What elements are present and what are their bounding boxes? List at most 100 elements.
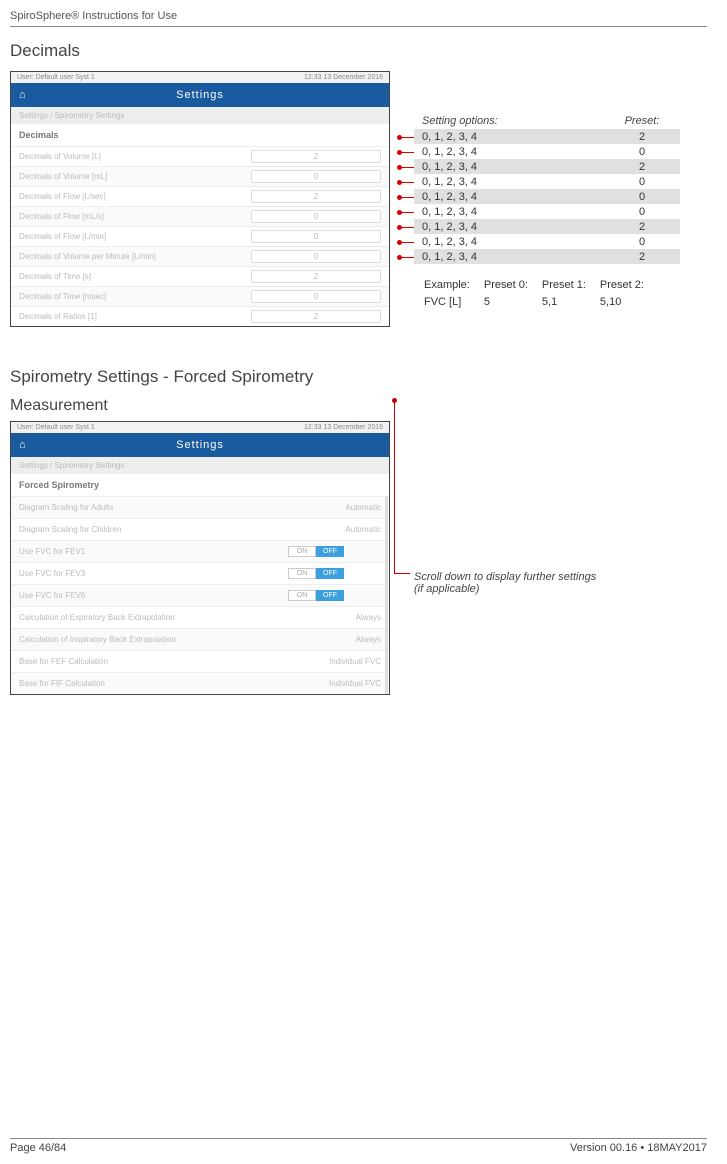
settings-row: Decimals of Volume per Minute [L/min]0 [11,246,389,266]
toggle-off[interactable]: OFF [316,546,344,557]
row-label: Decimals of Flow [L/min] [19,232,251,241]
settings-row: Decimals of Time [s]2 [11,266,389,286]
breadcrumb: Settings / Spirometry Settings [11,457,389,474]
row-label: Decimals of Time [msec] [19,292,251,301]
settings-row: Use FVC for FEV6ONOFF [11,584,389,606]
row-value[interactable]: 2 [251,150,381,163]
preset-cell: 0 [612,191,672,203]
options-cell: 0, 1, 2, 3, 4 [422,146,612,158]
row-value[interactable]: 0 [251,210,381,223]
doc-header: SpiroSphere® Instructions for Use [10,10,707,27]
row-label: Use FVC for FEV3 [19,569,251,578]
settings-row: Diagram Scaling for ChildrenAutomatic [11,518,389,540]
toggle-on[interactable]: ON [288,568,316,579]
preset-cell: 2 [612,251,672,263]
settings-row: Decimals of Volume [L]2 [11,146,389,166]
options-table: Setting options: Preset: 0, 1, 2, 3, 420… [414,113,680,264]
row-label: Diagram Scaling for Children [19,525,345,534]
toggle-on[interactable]: ON [288,546,316,557]
options-row: 0, 1, 2, 3, 42 [414,129,680,144]
row-label: Decimals of Volume [L] [19,152,251,161]
heading-decimals: Decimals [10,41,707,61]
row-label: Decimals of Volume per Minute [L/min] [19,252,251,261]
options-cell: 0, 1, 2, 3, 4 [422,191,612,203]
dropdown[interactable]: Automatic [345,525,381,534]
settings-row: Use FVC for FEV1ONOFF [11,540,389,562]
section-head: Forced Spirometry [11,474,389,496]
dropdown[interactable]: Individual FVC [329,657,381,666]
options-cell: 0, 1, 2, 3, 4 [422,236,612,248]
dropdown[interactable]: Individual FVC [329,679,381,688]
row-value[interactable]: 0 [251,250,381,263]
settings-row: Calculation of Expiratory Back Extrapola… [11,606,389,628]
options-cell: 0, 1, 2, 3, 4 [422,176,612,188]
row-label: Calculation of Inspiratory Back Extrapol… [19,635,356,644]
options-row: 0, 1, 2, 3, 40 [414,189,680,204]
options-row: 0, 1, 2, 3, 42 [414,219,680,234]
status-left: User: Default user Syst 1 [17,74,95,81]
section-head: Decimals [11,124,389,146]
titlebar-text: Settings [176,439,224,451]
options-cell: 0, 1, 2, 3, 4 [422,221,612,233]
col-setting-options: Setting options: [422,115,612,127]
row-label: Decimals of Flow [L/sec] [19,192,251,201]
row-label: Decimals of Ratios [1] [19,312,251,321]
row-value[interactable]: 0 [251,290,381,303]
row-label: Use FVC for FEV6 [19,591,251,600]
row-value[interactable]: 0 [251,230,381,243]
preset-cell: 0 [612,146,672,158]
toggle-off[interactable]: OFF [316,568,344,579]
toggle-on[interactable]: ON [288,590,316,601]
preset-cell: 0 [612,176,672,188]
settings-row: Decimals of Time [msec]0 [11,286,389,306]
row-label: Diagram Scaling for Adults [19,503,345,512]
dropdown[interactable]: Always [356,613,381,622]
row-value[interactable]: 0 [251,170,381,183]
options-row: 0, 1, 2, 3, 42 [414,159,680,174]
settings-row: Decimals of Volume [mL]0 [11,166,389,186]
toggle-off[interactable]: OFF [316,590,344,601]
options-row: 0, 1, 2, 3, 40 [414,144,680,159]
home-icon[interactable]: ⌂ [19,439,27,451]
titlebar-text: Settings [176,89,224,101]
options-row: 0, 1, 2, 3, 42 [414,249,680,264]
preset-cell: 0 [612,206,672,218]
preset-cell: 0 [612,236,672,248]
toggle[interactable]: ONOFF [251,590,381,601]
status-right: 12:33 13 December 2016 [304,424,383,431]
toggle[interactable]: ONOFF [251,568,381,579]
home-icon[interactable]: ⌂ [19,89,27,101]
options-cell: 0, 1, 2, 3, 4 [422,131,612,143]
row-label: Decimals of Time [s] [19,272,251,281]
settings-row: Base for FIF CalculationIndividual FVC [11,672,389,694]
row-label: Decimals of Volume [mL] [19,172,251,181]
decimals-screenshot: User: Default user Syst 1 12:33 13 Decem… [10,71,390,327]
example-block: Example: Preset 0: Preset 1: Preset 2: F… [414,276,680,313]
dropdown[interactable]: Automatic [345,503,381,512]
col-preset: Preset: [612,115,672,127]
toggle[interactable]: ONOFF [251,546,381,557]
preset-cell: 2 [612,131,672,143]
row-label: Base for FEF Calculation [19,657,329,666]
settings-row: Decimals of Flow [mL/s]0 [11,206,389,226]
options-row: 0, 1, 2, 3, 40 [414,234,680,249]
scrollbar[interactable] [385,496,388,694]
options-cell: 0, 1, 2, 3, 4 [422,161,612,173]
preset-cell: 2 [612,161,672,173]
forced-spiro-screenshot: User: Default user Syst 1 12:33 13 Decem… [10,421,390,695]
row-value[interactable]: 2 [251,270,381,283]
settings-row: Diagram Scaling for AdultsAutomatic [11,496,389,518]
status-right: 12:33 13 December 2016 [304,74,383,81]
row-label: Decimals of Flow [mL/s] [19,212,251,221]
scroll-note: Scroll down to display further settings … [414,571,596,595]
settings-row: Decimals of Flow [L/sec]2 [11,186,389,206]
options-row: 0, 1, 2, 3, 40 [414,204,680,219]
row-value[interactable]: 2 [251,190,381,203]
options-cell: 0, 1, 2, 3, 4 [422,206,612,218]
settings-row: Calculation of Inspiratory Back Extrapol… [11,628,389,650]
row-value[interactable]: 2 [251,310,381,323]
settings-row: Decimals of Ratios [1]2 [11,306,389,326]
page-number: Page 46/84 [10,1142,66,1154]
settings-row: Base for FEF CalculationIndividual FVC [11,650,389,672]
dropdown[interactable]: Always [356,635,381,644]
